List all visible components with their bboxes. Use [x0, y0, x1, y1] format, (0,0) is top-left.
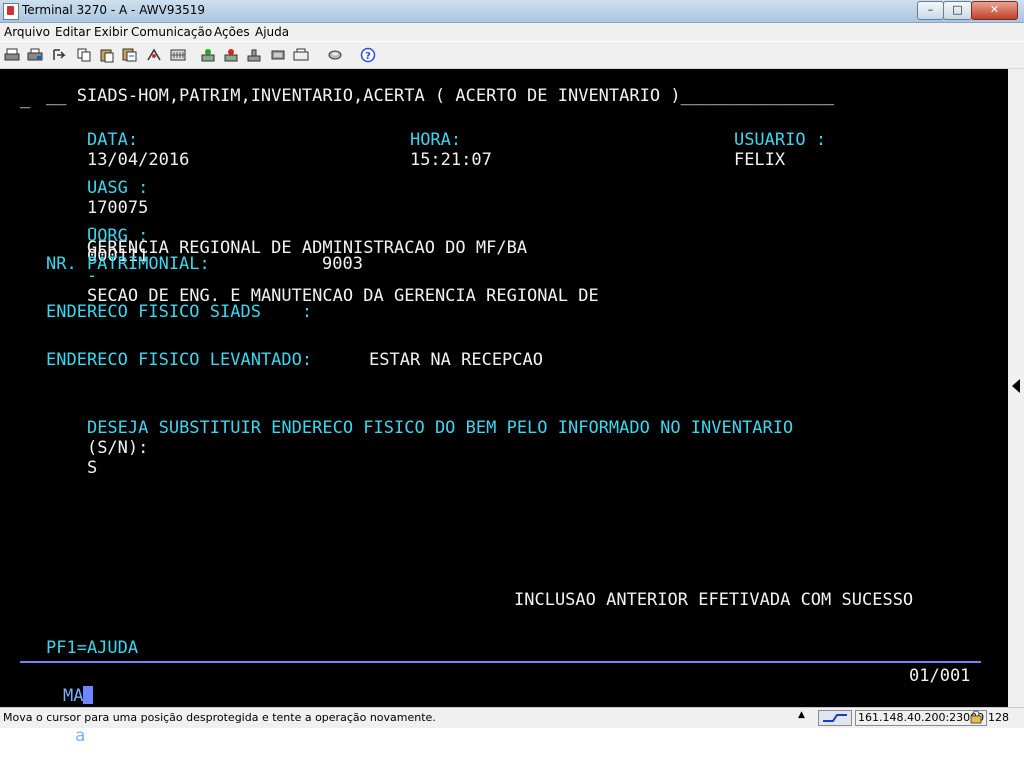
copy-icon[interactable] [76, 47, 92, 63]
menu-bar: Arquivo Editar Exibir Comunicação Ações … [0, 23, 1024, 41]
close-button[interactable]: ✕ [971, 1, 1018, 20]
oia-separator [20, 661, 981, 663]
svg-text:?: ? [365, 51, 371, 62]
print-icon[interactable] [4, 47, 20, 63]
menu-ajuda[interactable]: Ajuda [255, 25, 289, 39]
disk-icon[interactable] [327, 47, 343, 63]
usuario-value: FELIX [733, 150, 786, 170]
status-message-text: Mova o cursor para uma posição desproteg… [3, 711, 436, 724]
patrimonial-label: NR. PATRIMONIAL: [46, 254, 210, 274]
macro-icon[interactable] [146, 47, 162, 63]
app-icon [3, 3, 19, 20]
side-panel [1008, 69, 1024, 707]
uasg-label: UASG : [86, 178, 149, 198]
scroll-up-icon[interactable]: ▲ [798, 710, 805, 720]
connection-icon [818, 710, 852, 726]
cursor-block [83, 686, 94, 704]
paste-next-icon[interactable] [122, 47, 138, 63]
help-icon[interactable]: ? [360, 47, 376, 63]
menu-exibir[interactable]: Exibir [94, 25, 128, 39]
menu-acoes[interactable]: Ações [214, 25, 250, 39]
expand-arrow-icon[interactable] [1012, 379, 1020, 393]
substituir-answer-field[interactable]: S [87, 458, 97, 478]
encoding-indicator: 128 [988, 711, 1009, 724]
substituir-row: DESEJA SUBSTITUIR ENDERECO FISICO DO BEM… [46, 398, 793, 498]
oia-mode: MA [62, 686, 84, 706]
screen-title: __ SIADS-HOM,PATRIM,INVENTARIO,ACERTA ( … [46, 86, 835, 106]
settings-icon[interactable] [293, 47, 309, 63]
toolbar: ? [0, 42, 1024, 69]
substituir-question: DESEJA SUBSTITUIR ENDERECO FISICO DO BEM… [86, 418, 794, 438]
menu-comunicacao[interactable]: Comunicação [131, 25, 212, 39]
oia-input: a [74, 726, 86, 746]
print-setup-icon[interactable] [27, 47, 43, 63]
maximize-button[interactable]: □ [943, 1, 972, 20]
user-row: USUARIO : FELIX [693, 110, 826, 190]
minimize-button[interactable]: – [917, 1, 944, 20]
transfer-icon[interactable] [51, 47, 67, 63]
title-bar: Terminal 3270 - A - AWV93519 – □ ✕ [0, 0, 1024, 23]
endereco-siads-label: ENDERECO FISICO SIADS : [46, 302, 313, 322]
stop-icon[interactable] [223, 47, 239, 63]
menu-arquivo[interactable]: Arquivo [4, 25, 50, 39]
patrimonial-value: 9003 [322, 254, 363, 274]
terminal-screen[interactable]: _ __ SIADS-HOM,PATRIM,INVENTARIO,ACERTA … [0, 69, 1008, 746]
endereco-levantado-value: ESTAR NA RECEPCAO [369, 350, 543, 370]
data-label: DATA: [86, 130, 139, 150]
record-icon[interactable] [200, 47, 216, 63]
uorg-label: UORG : [86, 226, 149, 246]
status-message: INCLUSAO ANTERIOR EFETIVADA COM SUCESSO [514, 590, 914, 610]
substituir-options: (S/N): [86, 438, 149, 458]
session-icon[interactable] [270, 47, 286, 63]
play-icon[interactable] [246, 47, 262, 63]
hora-label: HORA: [409, 130, 462, 150]
lock-icon [969, 710, 983, 724]
usuario-label: USUARIO : [733, 130, 827, 150]
pf1-help: PF1=AJUDA [46, 638, 139, 658]
window-title: Terminal 3270 - A - AWV93519 [22, 3, 205, 17]
paste-icon[interactable] [99, 47, 115, 63]
status-bar: Mova o cursor para uma posição desproteg… [0, 707, 1024, 728]
host-address: 161.148.40.200:23000 [855, 710, 988, 726]
oia-page: 01/001 [909, 666, 971, 686]
cursor-marker: _ [20, 89, 31, 109]
endereco-levantado-label: ENDERECO FISICO LEVANTADO: [46, 350, 313, 370]
menu-editar[interactable]: Editar [55, 25, 91, 39]
keypad-icon[interactable] [170, 47, 186, 63]
